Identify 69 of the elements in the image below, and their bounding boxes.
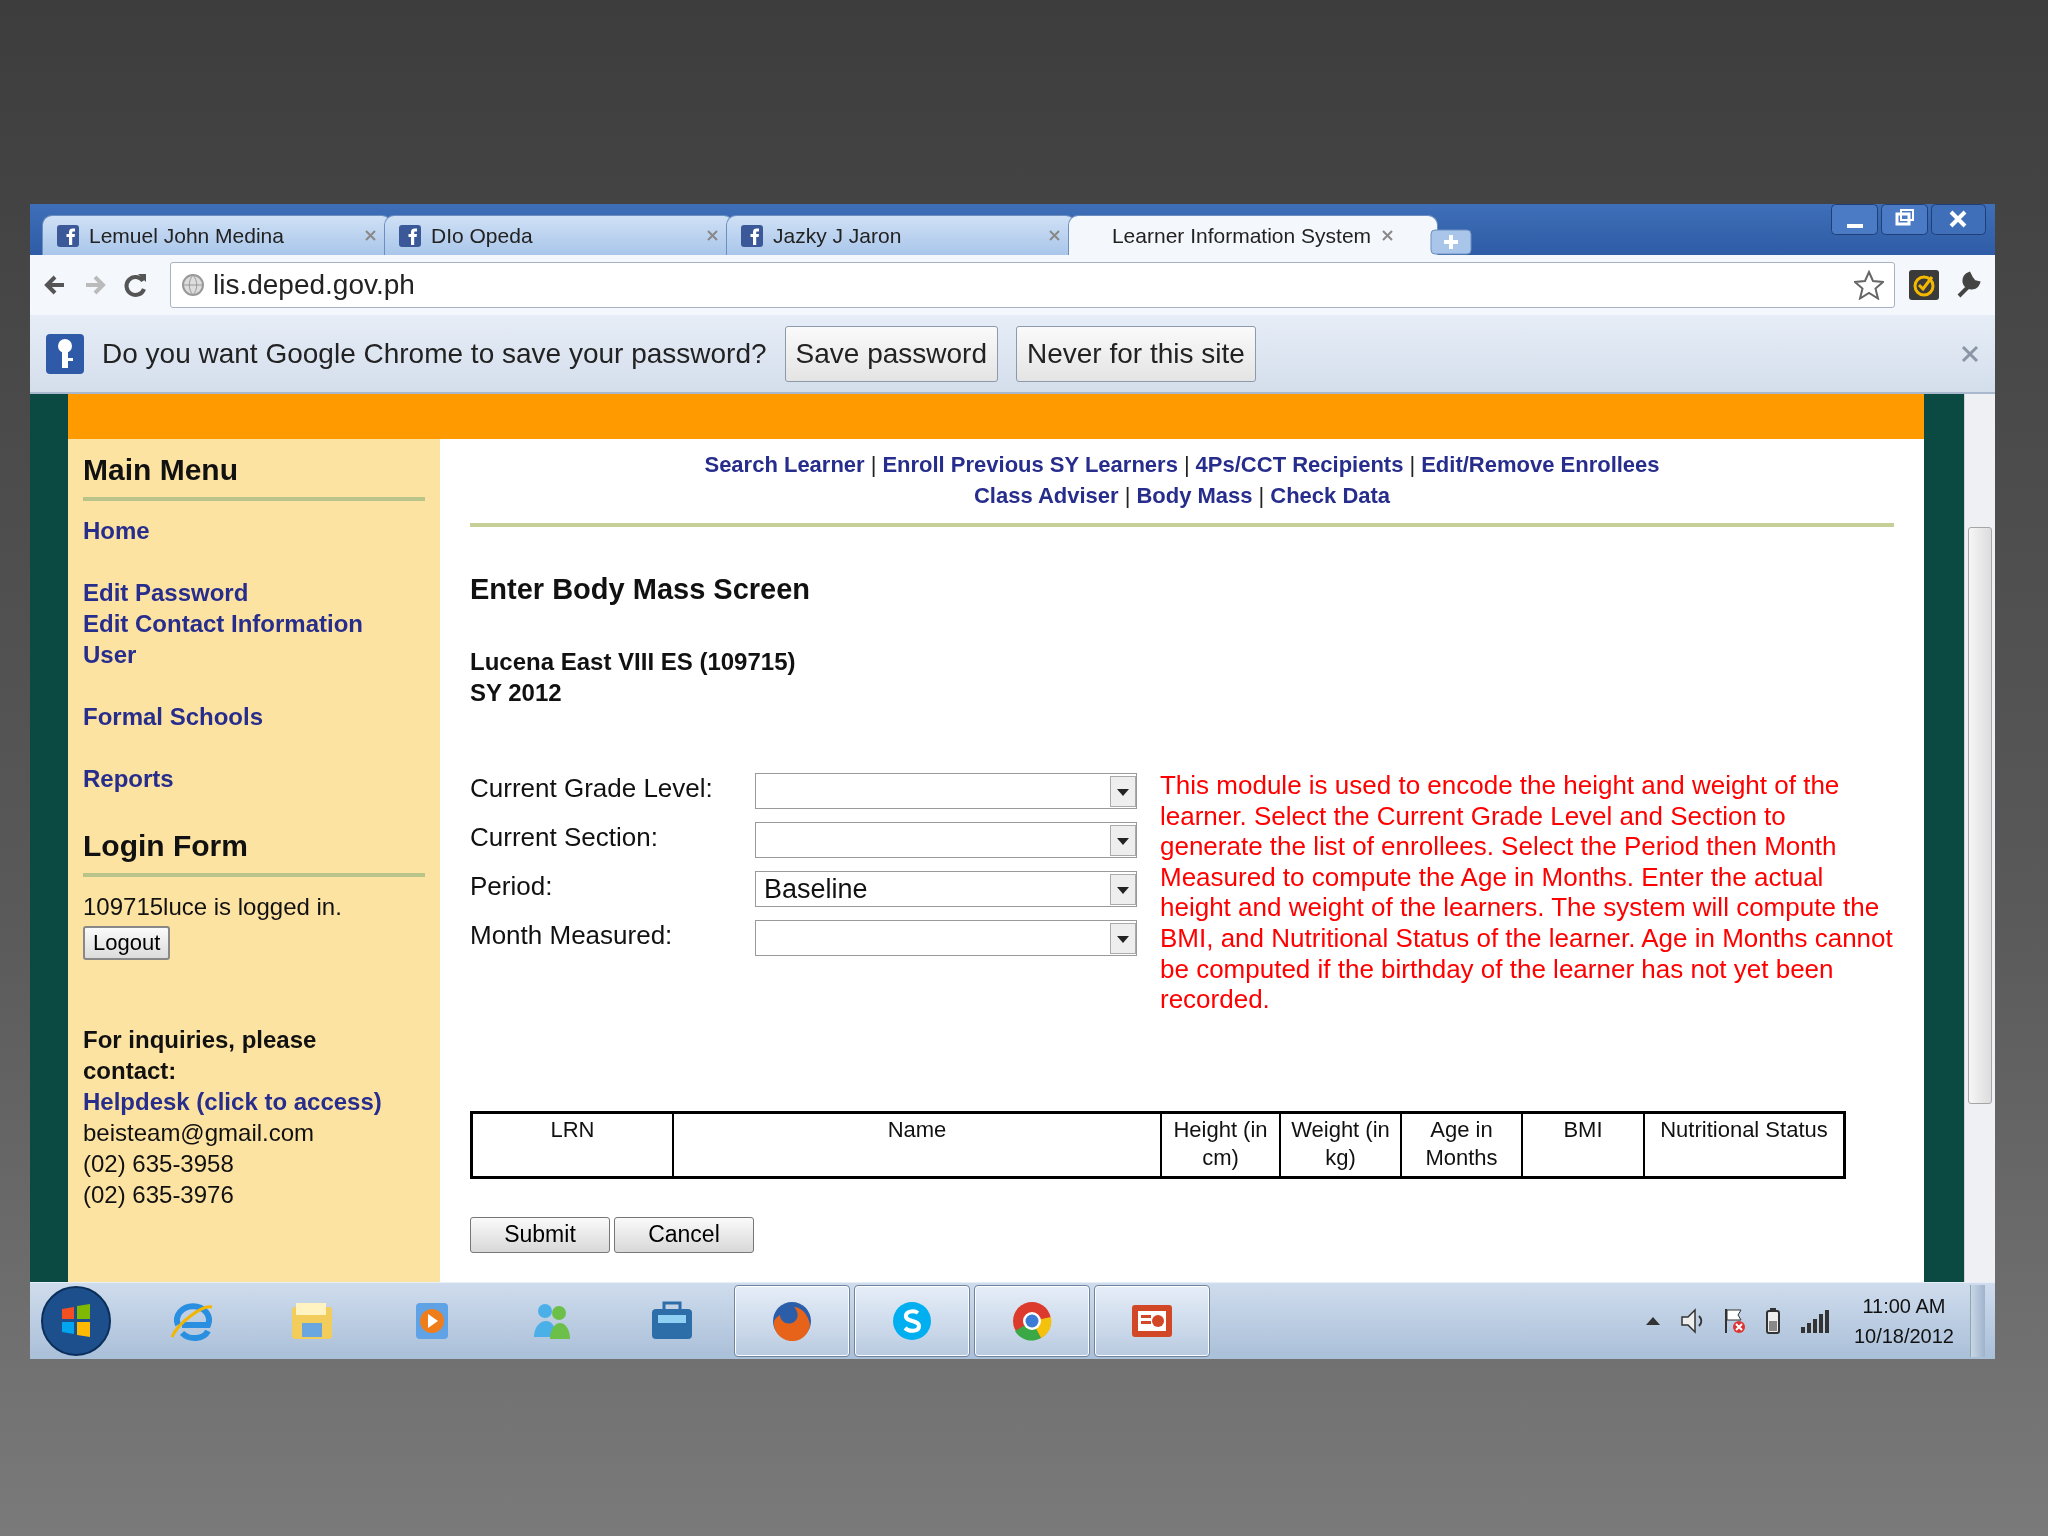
battery-icon[interactable] bbox=[1763, 1307, 1782, 1335]
menu-link[interactable]: Home bbox=[83, 515, 150, 546]
taskbar-app[interactable] bbox=[854, 1285, 970, 1357]
login-status: 109715luce is logged in. bbox=[83, 892, 343, 922]
contact-heading: For inquiries, please contact: bbox=[83, 1025, 318, 1086]
form-button[interactable]: Submit bbox=[470, 1216, 610, 1253]
contact-text: (02) 635-3976 bbox=[83, 1180, 235, 1210]
nav-link[interactable]: 4Ps/CCT Recipients bbox=[1195, 452, 1404, 477]
start-button[interactable] bbox=[40, 1285, 112, 1357]
field-label: Current Grade Level: bbox=[470, 772, 714, 805]
taskbar-app[interactable] bbox=[734, 1285, 850, 1357]
clock-time: 11:00 AM bbox=[1861, 1294, 1947, 1319]
menu-link[interactable]: Formal Schools bbox=[83, 701, 264, 732]
new-tab-icon[interactable] bbox=[1430, 229, 1472, 255]
link-separator: | bbox=[1124, 483, 1131, 508]
link-separator: | bbox=[870, 452, 877, 477]
page-title: Enter Body Mass Screen bbox=[470, 573, 812, 606]
school-name: Lucena East VIII ES (109715) bbox=[470, 647, 797, 677]
nav-link[interactable]: Body Mass bbox=[1136, 483, 1253, 508]
link-separator: | bbox=[1183, 452, 1190, 477]
address-bar[interactable]: lis.deped.gov.ph bbox=[170, 262, 1895, 308]
clock[interactable]: 11:00 AM 10/18/2012 bbox=[1853, 1291, 1954, 1351]
contact-text: beisteam@gmail.com bbox=[83, 1118, 316, 1148]
close-icon[interactable] bbox=[1931, 204, 1987, 236]
globe-icon bbox=[181, 273, 205, 297]
dropdown-field[interactable] bbox=[755, 773, 1137, 809]
facebook-icon bbox=[741, 224, 763, 247]
school-year: SY 2012 bbox=[470, 678, 563, 708]
browser-tab[interactable]: Learner Information System bbox=[1068, 215, 1438, 255]
taskbar-app[interactable] bbox=[1094, 1285, 1210, 1357]
menu-link[interactable]: Edit Password bbox=[83, 577, 249, 608]
scrollbar[interactable] bbox=[1964, 394, 1995, 1282]
nav-link[interactable]: Check Data bbox=[1270, 483, 1391, 508]
form-button[interactable]: Cancel bbox=[614, 1216, 754, 1253]
help-text: This module is used to encode the height and weight of the learner. Select the Current Grade Level and Section to generate the list of enrollees. Select the Period then Month Measured to compute the Age in Months. Enter the actual height and weight of the learners. The system will compute the BMI, and Nutritional Status of the learner. Age in Months cannot be computed if the birthday of the learner has not yet been recorded. bbox=[1160, 770, 1894, 1015]
infobar-button[interactable]: Never for this site bbox=[1016, 325, 1256, 382]
infobar-button[interactable]: Save password bbox=[784, 325, 998, 382]
link-separator: | bbox=[1258, 483, 1265, 508]
dropdown-field[interactable]: Baseline bbox=[755, 871, 1137, 907]
helpdesk-link[interactable]: Helpdesk (click to access) bbox=[83, 1086, 382, 1117]
nav-link[interactable]: Search Learner bbox=[704, 452, 865, 477]
link-separator: | bbox=[1409, 452, 1416, 477]
nav-link[interactable]: Edit/Remove Enrollees bbox=[1421, 452, 1660, 477]
signal-icon[interactable] bbox=[1799, 1308, 1830, 1334]
field-label: Month Measured: bbox=[470, 919, 674, 952]
volume-icon[interactable] bbox=[1679, 1307, 1704, 1335]
clock-date: 10/18/2012 bbox=[1853, 1324, 1954, 1349]
extension-icon[interactable] bbox=[1909, 270, 1939, 300]
nav-link[interactable]: Class Adviser bbox=[973, 483, 1119, 508]
menu-link[interactable]: Edit Contact Information bbox=[83, 608, 363, 639]
dropdown-field[interactable] bbox=[755, 920, 1137, 956]
logout-button[interactable]: Logout bbox=[83, 926, 171, 960]
star-icon[interactable] bbox=[1854, 270, 1884, 300]
taskbar-app[interactable] bbox=[974, 1285, 1090, 1357]
facebook-icon bbox=[399, 224, 421, 247]
menu-link[interactable]: Reports bbox=[83, 763, 174, 794]
password-prompt: Do you want Google Chrome to save your password? bbox=[102, 337, 767, 370]
login-heading: Login Form bbox=[83, 828, 249, 864]
restore-icon[interactable] bbox=[1881, 204, 1929, 236]
field-label: Period: bbox=[470, 870, 554, 903]
key-icon bbox=[46, 333, 84, 374]
dropdown-field[interactable] bbox=[755, 822, 1137, 858]
minimize-icon[interactable] bbox=[1831, 204, 1879, 236]
contact-text: (02) 635-3958 bbox=[83, 1149, 235, 1179]
menu-heading: Main Menu bbox=[83, 452, 239, 488]
nav-link[interactable]: Enroll Previous SY Learners bbox=[882, 452, 1178, 477]
field-label: Current Section: bbox=[470, 821, 659, 854]
facebook-icon bbox=[57, 224, 79, 247]
menu-link[interactable]: User bbox=[83, 639, 137, 670]
